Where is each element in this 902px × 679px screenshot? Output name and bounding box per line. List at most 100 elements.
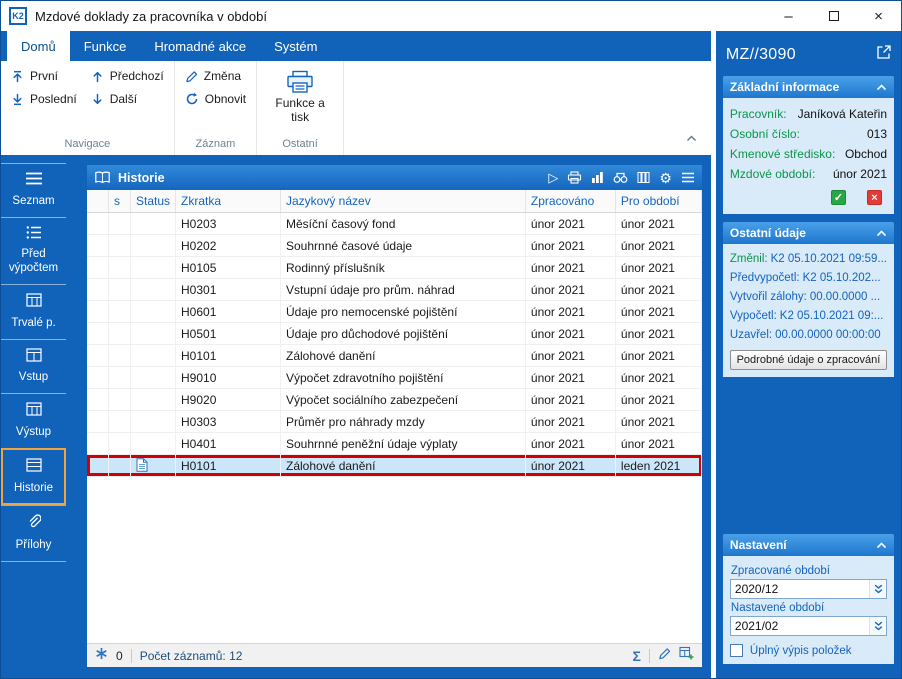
cell-zkratka: H0303 bbox=[176, 411, 281, 433]
table-row[interactable]: H0105 Rodinný příslušník únor 2021 únor … bbox=[87, 257, 702, 279]
section-title: Základní informace bbox=[729, 80, 840, 94]
cell-zpracovano: únor 2021 bbox=[526, 279, 616, 301]
section-nastaveni: Nastavení Zpracované období 2020/12 Nast… bbox=[722, 534, 894, 664]
table-row[interactable]: H0301 Vstupní údaje pro prům. náhrad úno… bbox=[87, 279, 702, 301]
record-id: MZ//3090 bbox=[725, 45, 796, 63]
cell-selector bbox=[87, 279, 109, 301]
tab-hromadne-akce[interactable]: Hromadné akce bbox=[140, 31, 260, 61]
minimize-button[interactable]: – bbox=[766, 1, 811, 31]
set-period-combo[interactable]: 2021/02 bbox=[729, 616, 887, 636]
tab-funkce[interactable]: Funkce bbox=[70, 31, 141, 61]
col-nazev[interactable]: Jazykový název bbox=[281, 190, 526, 212]
section-header-ostatni[interactable]: Ostatní údaje bbox=[722, 222, 894, 244]
print-icon[interactable] bbox=[567, 171, 582, 184]
table-row[interactable]: H0401 Souhrnné peněžní údaje výplaty úno… bbox=[87, 433, 702, 455]
section-title: Ostatní údaje bbox=[729, 226, 806, 240]
cell-status bbox=[131, 323, 176, 345]
cell-status bbox=[131, 213, 176, 235]
dropdown-icon[interactable] bbox=[869, 617, 886, 635]
previous-button[interactable]: Předchozí bbox=[91, 69, 164, 83]
full-list-checkbox[interactable] bbox=[729, 644, 743, 657]
status-checkbox-green[interactable]: ✓ bbox=[831, 190, 846, 205]
historie-panel-header: Historie ▷ ⚙ bbox=[87, 165, 702, 190]
cell-nazev: Měsíční časový fond bbox=[281, 213, 526, 235]
run-icon[interactable]: ▷ bbox=[548, 171, 558, 184]
sidebar-item-prilohy[interactable]: Přílohy bbox=[1, 505, 66, 562]
cell-nazev: Vstupní údaje pro prům. náhrad bbox=[281, 279, 526, 301]
sidebar-item-vstup[interactable]: Vstup bbox=[1, 338, 66, 394]
col-obdobi[interactable]: Pro období bbox=[616, 190, 702, 212]
status-checkbox-red[interactable]: × bbox=[867, 190, 882, 205]
external-link-icon[interactable] bbox=[877, 45, 891, 64]
table-add-button[interactable] bbox=[679, 646, 694, 665]
table-row[interactable]: H0101 Zálohové danění únor 2021 únor 202… bbox=[87, 345, 702, 367]
historie-panel: Historie ▷ ⚙ s Status Zkratka Jazykový n… bbox=[87, 165, 702, 667]
table-row[interactable]: H0303 Průměr pro náhrady mzdy únor 2021 … bbox=[87, 411, 702, 433]
section-header-nastaveni[interactable]: Nastavení bbox=[722, 534, 894, 556]
sidebar-item-historie[interactable]: Historie bbox=[1, 447, 66, 506]
field-osobni-cislo: Osobní číslo: 013 bbox=[729, 127, 887, 141]
cell-zkratka: H9010 bbox=[176, 367, 281, 389]
section-header-zakladni[interactable]: Základní informace bbox=[722, 76, 894, 98]
close-button[interactable]: × bbox=[856, 1, 901, 31]
cell-obdobi: únor 2021 bbox=[616, 323, 702, 345]
processed-period-combo[interactable]: 2020/12 bbox=[729, 579, 887, 599]
col-s[interactable]: s bbox=[109, 190, 131, 212]
sum-button[interactable]: Σ bbox=[633, 648, 641, 664]
sidebar-item-pred-vypoctem[interactable]: Před výpočtem bbox=[1, 216, 66, 284]
cell-status bbox=[131, 279, 176, 301]
group-label-zaznam: Záznam bbox=[195, 138, 236, 150]
field-kmenove-stredisko: Kmenové středisko: Obchod bbox=[729, 147, 887, 161]
gear-icon[interactable]: ⚙ bbox=[659, 171, 672, 185]
last-label: Poslední bbox=[30, 92, 77, 106]
table-row[interactable]: H9010 Výpočet zdravotního pojištění únor… bbox=[87, 367, 702, 389]
first-button[interactable]: První bbox=[11, 69, 77, 83]
sidebar-item-trvale-p[interactable]: Trvalé p. bbox=[1, 283, 66, 339]
document-icon bbox=[136, 457, 148, 475]
dropdown-icon[interactable] bbox=[869, 580, 886, 598]
previous-label: Předchozí bbox=[109, 69, 164, 83]
group-label-ostatni: Ostatní bbox=[282, 138, 318, 150]
processing-details-button[interactable]: Podrobné údaje o zpracování bbox=[729, 350, 887, 370]
cell-s bbox=[109, 411, 131, 433]
change-label: Změna bbox=[203, 69, 242, 83]
sidebar-item-label: Trvalé p. bbox=[11, 316, 56, 329]
cell-s bbox=[109, 279, 131, 301]
col-zpracovano[interactable]: Zpracováno bbox=[526, 190, 616, 212]
col-status[interactable]: Status bbox=[131, 190, 176, 212]
table-row[interactable]: H0601 Údaje pro nemocenské pojištění úno… bbox=[87, 301, 702, 323]
menu-icon[interactable] bbox=[681, 172, 695, 183]
functions-print-button[interactable]: Funkce a tisk bbox=[267, 69, 333, 125]
detail-panel: MZ//3090 Základní informace Pracovník: Ja… bbox=[715, 31, 901, 678]
cell-s bbox=[109, 345, 131, 367]
columns-icon[interactable] bbox=[637, 171, 650, 184]
ribbon-collapse-icon[interactable] bbox=[672, 129, 711, 155]
field-vytvoril-zalohy: Vytvořil zálohy: 00.00.0000 ... bbox=[729, 291, 881, 303]
last-button[interactable]: Poslední bbox=[11, 92, 77, 106]
tab-domu[interactable]: Domů bbox=[7, 31, 70, 61]
change-button[interactable]: Změna bbox=[185, 69, 246, 83]
next-button[interactable]: Další bbox=[91, 92, 164, 106]
sidebar-item-seznam[interactable]: Seznam bbox=[1, 163, 66, 217]
table-row[interactable]: H0501 Údaje pro důchodové pojištění únor… bbox=[87, 323, 702, 345]
sidebar-item-vystup[interactable]: Výstup bbox=[1, 393, 66, 448]
chart-icon[interactable] bbox=[591, 171, 604, 184]
edit-pencil-button[interactable] bbox=[658, 647, 671, 665]
table-row[interactable]: H0203 Měsíční časový fond únor 2021 únor… bbox=[87, 213, 702, 235]
chevron-up-icon bbox=[876, 229, 887, 237]
table-row[interactable]: H9020 Výpočet sociálního zabezpečení úno… bbox=[87, 389, 702, 411]
cell-selector bbox=[87, 367, 109, 389]
cell-s bbox=[109, 433, 131, 455]
cell-s bbox=[109, 235, 131, 257]
col-selector[interactable] bbox=[87, 190, 109, 212]
binoculars-icon[interactable] bbox=[613, 171, 628, 184]
tab-system[interactable]: Systém bbox=[260, 31, 331, 61]
maximize-button[interactable] bbox=[811, 1, 856, 31]
cell-selector bbox=[87, 323, 109, 345]
cell-status bbox=[131, 411, 176, 433]
refresh-button[interactable]: Obnovit bbox=[185, 92, 246, 106]
col-zkratka[interactable]: Zkratka bbox=[176, 190, 281, 212]
cell-zpracovano: únor 2021 bbox=[526, 235, 616, 257]
table-row-selected[interactable]: H0101 Zálohové danění únor 2021 leden 20… bbox=[87, 455, 702, 477]
table-row[interactable]: H0202 Souhrnné časové údaje únor 2021 ún… bbox=[87, 235, 702, 257]
